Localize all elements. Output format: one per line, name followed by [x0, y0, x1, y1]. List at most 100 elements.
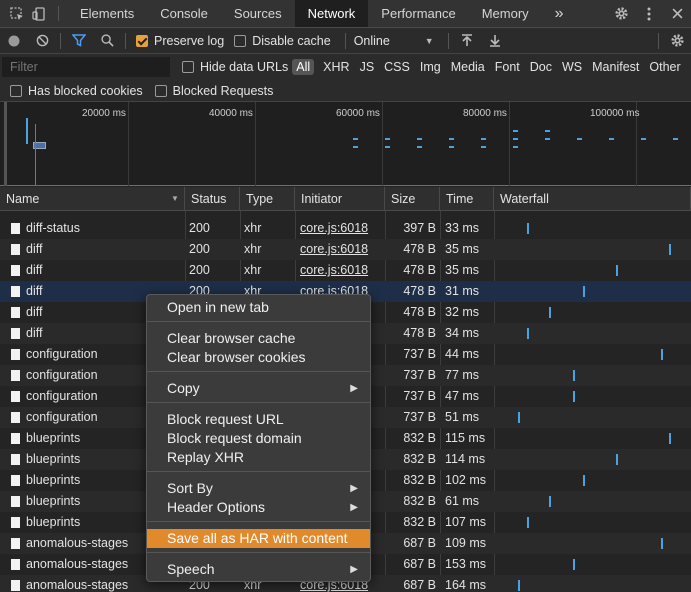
filter-input[interactable] [2, 57, 170, 77]
table-row[interactable]: diff 200 xhr core.js:6018 478 B 35 ms [0, 239, 691, 260]
menu-sort-by[interactable]: Sort By ▶ [147, 479, 370, 498]
menu-block-request-url[interactable]: Block request URL [147, 410, 370, 429]
document-file-icon [11, 286, 20, 297]
blocked-requests-checkbox[interactable]: Blocked Requests [154, 84, 273, 98]
tab-memory[interactable]: Memory [469, 0, 542, 27]
waterfall-bar [572, 559, 575, 570]
filter-type-all[interactable]: All [292, 59, 315, 75]
overview-time-label: 20000 ms [82, 108, 126, 119]
document-file-icon [11, 580, 20, 591]
cell-initiator[interactable]: core.js:6018 [300, 260, 384, 281]
more-tabs-button[interactable]: » [542, 0, 577, 27]
filter-type-ws[interactable]: WS [557, 60, 587, 74]
cell-initiator[interactable]: core.js:6018 [300, 239, 384, 260]
menu-replay-xhr[interactable]: Replay XHR [147, 448, 370, 467]
cell-time: 51 ms [445, 410, 480, 424]
cell-time: 164 ms [445, 578, 486, 592]
cell-time: 109 ms [445, 536, 486, 550]
filter-icon[interactable] [65, 28, 93, 54]
device-toolbar-icon[interactable] [28, 0, 50, 27]
tab-elements[interactable]: Elements [67, 0, 147, 27]
cell-size: 478 B [403, 305, 436, 319]
menu-open-in-new-tab[interactable]: Open in new tab [147, 298, 370, 317]
has-blocked-cookies-checkbox[interactable]: Has blocked cookies [10, 84, 143, 98]
clear-icon[interactable] [28, 28, 56, 54]
cell-time: 61 ms [445, 494, 480, 508]
checkbox-unchecked[interactable] [234, 34, 247, 47]
filter-type-xhr[interactable]: XHR [318, 60, 354, 74]
cell-size: 397 B [403, 221, 436, 235]
filter-type-font[interactable]: Font [490, 60, 525, 74]
waterfall-bar [549, 496, 552, 507]
table-row[interactable]: diff 200 xhr core.js:6018 478 B 35 ms [0, 260, 691, 281]
disable-cache-checkbox[interactable]: Disable cache [234, 34, 331, 48]
inspect-element-icon[interactable] [6, 0, 28, 27]
cell-time: 35 ms [445, 242, 480, 256]
menu-copy[interactable]: Copy ▶ [147, 379, 370, 398]
disable-cache-label: Disable cache [252, 33, 331, 48]
cell-time: 33 ms [445, 221, 480, 235]
filter-type-manifest[interactable]: Manifest [587, 60, 644, 74]
menu-clear-browser-cache[interactable]: Clear browser cache [147, 329, 370, 348]
menu-divider [147, 521, 370, 522]
cell-initiator[interactable]: core.js:6018 [300, 218, 384, 239]
more-options-icon[interactable] [635, 7, 663, 21]
network-settings-gear-icon[interactable] [663, 28, 691, 54]
filter-bar-secondary: Has blocked cookies Blocked Requests [0, 80, 691, 102]
export-har-icon[interactable] [481, 28, 509, 54]
filter-type-doc[interactable]: Doc [525, 60, 557, 74]
menu-clear-browser-cookies[interactable]: Clear browser cookies [147, 348, 370, 367]
menu-divider [147, 552, 370, 553]
submenu-arrow-icon: ▶ [350, 502, 358, 513]
table-row[interactable]: diff-status 200 xhr core.js:6018 397 B 33 ms [0, 218, 691, 239]
filter-type-media[interactable]: Media [446, 60, 490, 74]
settings-gear-icon[interactable] [607, 6, 635, 21]
menu-speech[interactable]: Speech ▶ [147, 560, 370, 579]
checkbox-unchecked[interactable] [10, 84, 22, 97]
cell-time: 153 ms [445, 557, 486, 571]
menu-divider [147, 402, 370, 403]
menu-divider [147, 371, 370, 372]
document-file-icon [11, 559, 20, 570]
filter-type-css[interactable]: CSS [379, 60, 415, 74]
hide-data-urls-checkbox[interactable]: Hide data URLs [182, 60, 288, 74]
filter-type-other[interactable]: Other [644, 60, 685, 74]
filter-type-js[interactable]: JS [355, 60, 380, 74]
throttling-select[interactable]: Online ▼ [354, 34, 434, 48]
menu-divider [147, 321, 370, 322]
checkbox-checked[interactable] [136, 34, 148, 47]
preserve-log-checkbox[interactable]: Preserve log [136, 34, 224, 48]
document-file-icon [11, 244, 20, 255]
filter-type-img[interactable]: Img [415, 60, 446, 74]
throttling-value: Online [353, 33, 390, 48]
tab-network[interactable]: Network [294, 0, 369, 27]
overview-request-mark [481, 138, 486, 140]
cell-time: 47 ms [445, 389, 480, 403]
overview-left-handle[interactable] [4, 102, 7, 186]
overview-request-mark [449, 146, 454, 148]
tab-sources[interactable]: Sources [221, 0, 295, 27]
overview-time-label: 40000 ms [209, 108, 253, 119]
waterfall-bar [582, 475, 585, 486]
network-overview[interactable]: 20000 ms 40000 ms 60000 ms 80000 ms 100000 m… [0, 102, 691, 186]
tab-performance[interactable]: Performance [368, 0, 468, 27]
document-file-icon [11, 370, 20, 381]
cell-size: 687 B [403, 578, 436, 592]
menu-save-all-as-har[interactable]: Save all as HAR with content [147, 529, 370, 548]
cell-status: 200 [189, 263, 210, 277]
checkbox-unchecked[interactable] [154, 84, 167, 97]
search-icon[interactable] [93, 28, 121, 54]
checkbox-unchecked[interactable] [182, 61, 194, 73]
document-file-icon [11, 307, 20, 318]
overview-request-mark [577, 138, 582, 140]
overview-gridline [382, 102, 383, 186]
close-devtools-icon[interactable] [663, 8, 691, 19]
waterfall-bar [572, 370, 575, 381]
cell-time: 102 ms [445, 473, 486, 487]
menu-header-options[interactable]: Header Options ▶ [147, 498, 370, 517]
menu-block-request-domain[interactable]: Block request domain [147, 429, 370, 448]
menu-header-options-label: Header Options [167, 499, 266, 515]
import-har-icon[interactable] [453, 28, 481, 54]
record-icon[interactable] [0, 28, 28, 54]
tab-console[interactable]: Console [147, 0, 221, 27]
